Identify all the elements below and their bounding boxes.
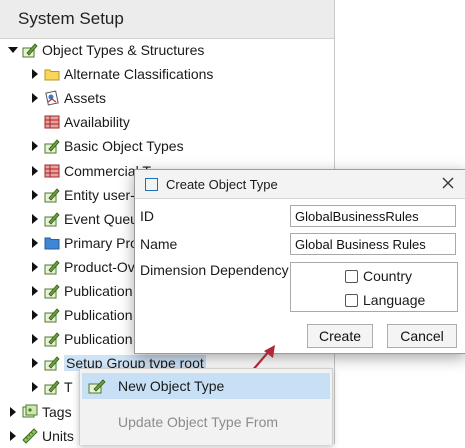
pencil-icon (22, 42, 38, 58)
collapse-arrow-icon[interactable] (30, 375, 40, 399)
pencil-icon (44, 138, 60, 154)
collapse-arrow-icon[interactable] (30, 134, 40, 158)
panel-header: System Setup (0, 0, 334, 39)
tree-item-label: Publication (64, 331, 133, 348)
tree-item[interactable]: Publication (30, 303, 133, 327)
pencil-icon (44, 283, 60, 299)
tree-item-label: Event Queu (64, 210, 138, 227)
tree-item[interactable]: Commercial T (30, 159, 151, 183)
menu-item-update-object-type-from[interactable]: Update Object Type From (82, 409, 330, 435)
collapse-arrow-icon[interactable] (30, 86, 40, 110)
tree-item-label: Basic Object Types (64, 138, 184, 155)
collapse-arrow-icon[interactable] (30, 255, 40, 279)
collapse-arrow-icon[interactable] (30, 183, 40, 207)
tree-item[interactable]: Entity user- (30, 183, 135, 207)
tree-item-label: Units (42, 427, 74, 444)
country-checkbox[interactable] (345, 269, 358, 283)
pencil-icon (44, 331, 60, 347)
tree-item[interactable]: T (30, 375, 73, 399)
dimension-dependency-label: Dimension Dependency (140, 262, 289, 278)
tree-item[interactable]: Product-Ov (30, 255, 135, 279)
tree-item[interactable]: Assets (30, 86, 106, 110)
pencil-icon (44, 379, 60, 395)
panel-title: System Setup (18, 9, 124, 28)
dialog-title: Create Object Type (166, 176, 278, 192)
name-field[interactable] (290, 233, 456, 255)
tree-item[interactable]: Alternate Classifications (30, 62, 213, 86)
tree-item-label: Product-Ov (64, 258, 135, 275)
create-object-type-dialog: Create Object Type ID Name Dimension Dep… (134, 169, 465, 354)
tree-item-label: Entity user- (64, 186, 135, 203)
window-icon (145, 177, 158, 191)
dialog-titlebar: Create Object Type (135, 170, 465, 199)
language-checkbox[interactable] (345, 293, 358, 307)
tree-item[interactable]: Availability (30, 110, 130, 134)
collapse-arrow-icon[interactable] (30, 62, 40, 86)
country-checkbox-row[interactable]: Country (345, 268, 412, 284)
menu-item-label: New Object Type (118, 378, 225, 394)
tree-item-label: Publication (64, 283, 133, 299)
context-menu: New Object Type Update Object Type From (79, 368, 333, 445)
tree-item-label: Primary Pro (64, 234, 138, 251)
tree-item[interactable]: Publication (30, 327, 133, 351)
tree-item-label: Publication (64, 307, 133, 324)
tree-item-label: Assets (64, 90, 107, 107)
collapse-arrow-icon[interactable] (30, 159, 40, 183)
tree-item[interactable]: Publication (30, 279, 133, 303)
tree-item[interactable]: Tags (8, 400, 72, 424)
table-icon (44, 114, 60, 130)
pencil-icon (44, 211, 60, 227)
country-label: Country (363, 268, 413, 284)
pencil-icon (44, 187, 60, 203)
tree-item[interactable]: Primary Pro (30, 231, 138, 255)
create-button[interactable]: Create (307, 324, 373, 348)
collapse-arrow-icon[interactable] (8, 400, 18, 424)
dimension-dependency-box: Country Language (290, 262, 458, 312)
collapse-arrow-icon[interactable] (30, 351, 40, 375)
tree-item-label: T (64, 379, 73, 396)
language-label: Language (363, 292, 426, 308)
pencil-icon (44, 259, 60, 275)
id-label: ID (140, 208, 154, 224)
blue-folder-icon (44, 235, 60, 251)
close-icon[interactable] (439, 174, 457, 192)
tree-item-label: Alternate Classifications (64, 66, 214, 83)
expand-arrow-icon[interactable] (8, 38, 18, 62)
id-field[interactable] (290, 205, 456, 227)
menu-item-label: Update Object Type From (118, 414, 279, 430)
language-checkbox-row[interactable]: Language (345, 292, 425, 308)
pencil-icon (44, 355, 60, 371)
pencil-icon (44, 307, 60, 323)
table-icon (44, 163, 60, 179)
cancel-button[interactable]: Cancel (387, 324, 457, 348)
collapse-arrow-icon[interactable] (30, 207, 40, 231)
tree-item[interactable]: Basic Object Types (30, 134, 184, 158)
tree-item-label: Availability (64, 114, 130, 131)
tree-item-label: Object Types & Structures (42, 42, 205, 58)
name-label: Name (140, 236, 178, 252)
tree-item[interactable]: Object Types & Structures (8, 38, 204, 62)
ruler-icon (22, 427, 38, 444)
collapse-arrow-icon[interactable] (30, 327, 40, 351)
menu-item-new-object-type[interactable]: New Object Type (82, 373, 330, 399)
tree-item-label: Tags (42, 403, 72, 420)
collapse-arrow-icon[interactable] (30, 231, 40, 255)
tags-icon (22, 404, 38, 420)
asset-icon (44, 90, 60, 106)
tree-item[interactable]: Event Queu (30, 207, 138, 231)
collapse-arrow-icon[interactable] (30, 279, 40, 303)
collapse-arrow-icon[interactable] (30, 303, 40, 327)
folder-icon (44, 66, 60, 82)
pencil-icon (88, 378, 106, 394)
